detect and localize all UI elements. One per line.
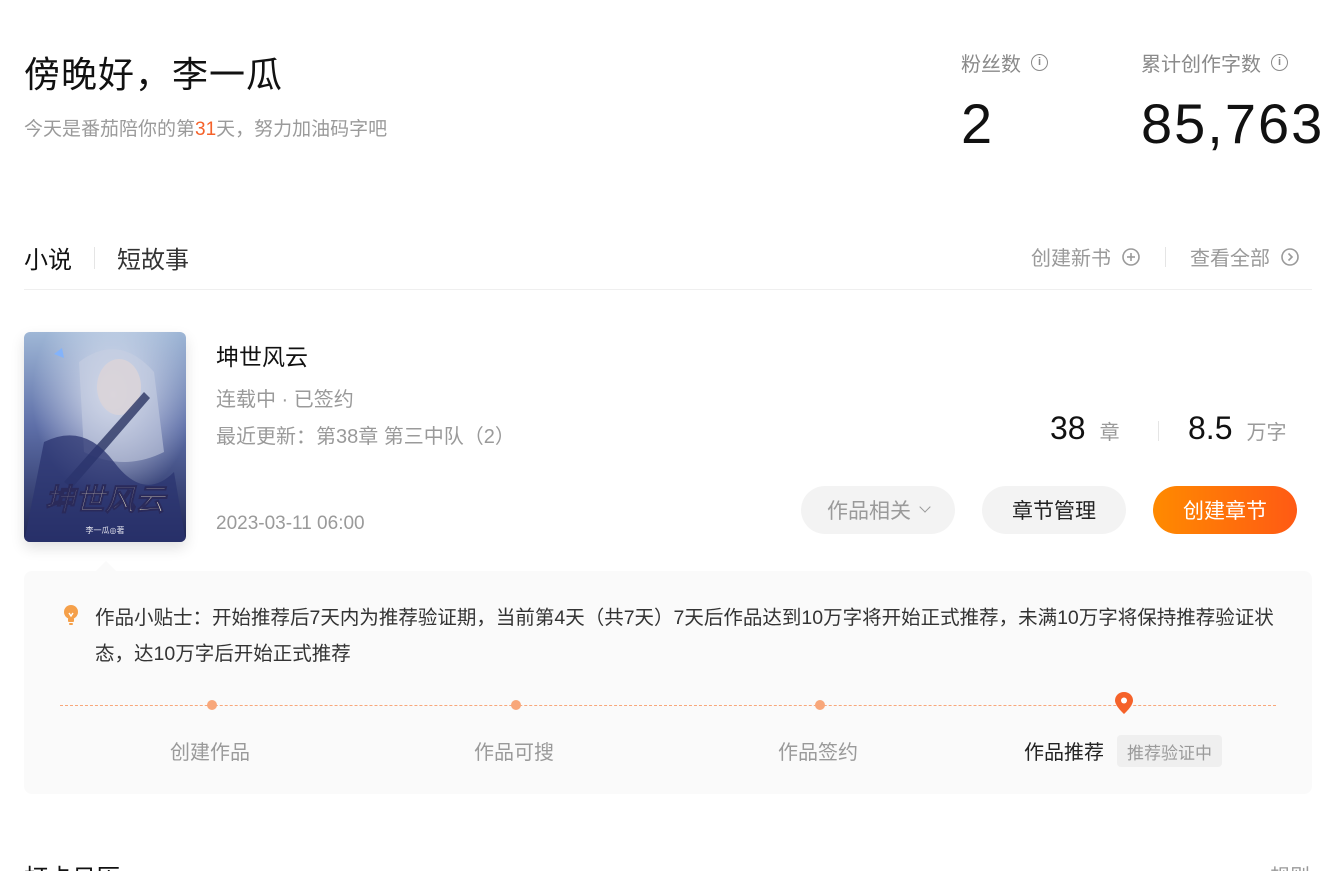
author-dashboard: 傍晚好，李一瓜 今天是番茄陪你的第31天，努力加油码字吧 粉丝数 i 2 累计创… xyxy=(0,0,1326,871)
timeline-dot xyxy=(207,700,217,710)
create-book-link[interactable]: 创建新书 xyxy=(1031,242,1141,271)
view-all-label: 查看全部 xyxy=(1190,248,1270,270)
info-icon[interactable]: i xyxy=(1031,54,1048,71)
step-signed: 作品签约 xyxy=(778,742,858,764)
work-tabs: 小说 短故事 xyxy=(24,240,189,275)
checkin-calendar-title: 打卡日历 xyxy=(24,858,120,871)
chapter-management-button[interactable]: 章节管理 xyxy=(982,486,1126,534)
count-divider xyxy=(1158,421,1159,441)
section-divider xyxy=(24,289,1312,290)
greeting-subtitle: 今天是番茄陪你的第31天，努力加油码字吧 xyxy=(24,114,387,141)
progress-timeline xyxy=(60,705,1276,706)
word-count: 8.5 万字 xyxy=(1188,410,1286,447)
greeting-title: 傍晚好，李一瓜 xyxy=(24,54,284,95)
header-actions: 创建新书 查看全部 xyxy=(1031,242,1300,271)
subtitle-suffix: 天，努力加油码字吧 xyxy=(216,119,388,140)
cover-author-text: 李一瓜◎著 xyxy=(86,525,125,535)
plus-circle-icon xyxy=(1122,247,1140,266)
work-related-dropdown[interactable]: 作品相关 xyxy=(801,486,955,534)
words-label: 累计创作字数 xyxy=(1141,54,1261,76)
tab-divider xyxy=(94,246,95,269)
book-status: 连载中 · 已签约 xyxy=(216,389,354,411)
chapter-count-number: 38 xyxy=(1050,410,1086,446)
subtitle-prefix: 今天是番茄陪你的第 xyxy=(24,119,196,140)
recommend-status-badge: 推荐验证中 xyxy=(1117,735,1222,767)
fans-value: 2 xyxy=(961,92,995,155)
step-searchable: 作品可搜 xyxy=(474,742,554,764)
view-all-link[interactable]: 查看全部 xyxy=(1190,242,1300,271)
word-count-number: 8.5 xyxy=(1188,410,1233,446)
subtitle-days: 31 xyxy=(195,119,217,140)
book-date: 2023-03-11 06:00 xyxy=(216,513,365,534)
words-value: 85,763 xyxy=(1141,92,1325,155)
book-title[interactable]: 坤世风云 xyxy=(216,338,308,372)
cover-title-text: 坤世风云 xyxy=(45,483,168,518)
create-chapter-button[interactable]: 创建章节 xyxy=(1153,486,1297,534)
book-cover-art: 坤世风云 李一瓜◎著 xyxy=(24,332,186,542)
tab-short-story[interactable]: 短故事 xyxy=(117,240,189,275)
location-pin-icon xyxy=(1115,692,1133,714)
step-recommended: 作品推荐 xyxy=(1024,742,1104,764)
stat-total-words: 累计创作字数 i 85,763 xyxy=(1141,48,1324,156)
info-icon[interactable]: i xyxy=(1271,54,1288,71)
create-book-label: 创建新书 xyxy=(1031,248,1111,270)
book-last-update[interactable]: 最近更新：第38章 第三中队（2） xyxy=(216,420,515,449)
book-cover[interactable]: 坤世风云 李一瓜◎著 xyxy=(24,332,186,542)
lightbulb-icon xyxy=(64,605,78,625)
fans-label: 粉丝数 xyxy=(961,54,1021,76)
word-count-unit: 万字 xyxy=(1246,422,1287,444)
step-create-work: 创建作品 xyxy=(170,742,250,764)
work-related-label: 作品相关 xyxy=(827,500,911,523)
chapter-count-unit: 章 xyxy=(1099,422,1120,444)
tip-text: 作品小贴士：开始推荐后7天内为推荐验证期，当前第4天（共7天）7天后作品达到10… xyxy=(95,607,1274,665)
stat-fans: 粉丝数 i 2 xyxy=(961,48,1048,156)
timeline-dot xyxy=(815,700,825,710)
chapter-count: 38 章 xyxy=(1050,410,1120,447)
tab-novel[interactable]: 小说 xyxy=(24,240,72,275)
action-divider xyxy=(1165,246,1166,267)
chevron-right-circle-icon xyxy=(1281,247,1299,266)
rules-link[interactable]: 规则 xyxy=(1270,860,1310,871)
tip-pointer xyxy=(96,561,116,571)
timeline-dot xyxy=(511,700,521,710)
chevron-down-icon xyxy=(919,501,931,513)
